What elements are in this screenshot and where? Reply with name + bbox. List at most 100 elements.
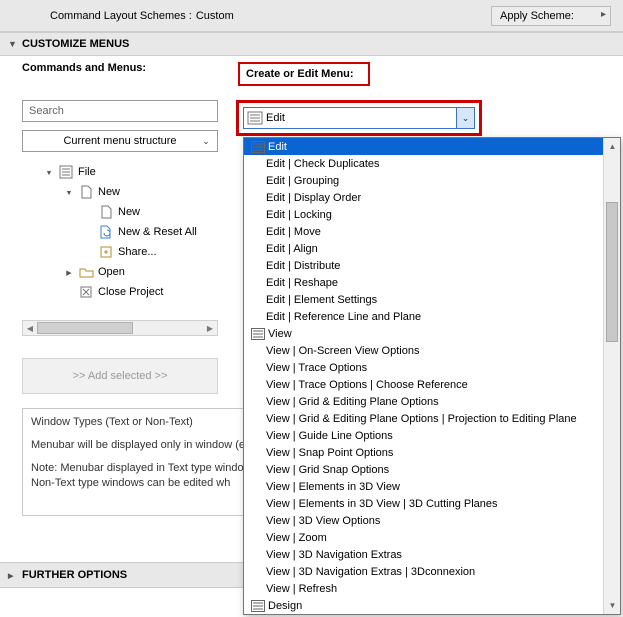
dropdown-item[interactable]: View | Grid & Editing Plane Options | Pr… <box>244 410 603 427</box>
edit-menu-combo[interactable]: Edit ⌄ <box>243 107 475 129</box>
tree-item-close-project[interactable]: Close Project <box>22 282 218 302</box>
dropdown-item[interactable]: View | Elements in 3D View | 3D Cutting … <box>244 495 603 512</box>
add-selected-button[interactable]: >> Add selected >> <box>22 358 218 394</box>
dropdown-scrollbar[interactable]: ▲ ▼ <box>603 138 620 614</box>
dropdown-item-label: View | Elements in 3D View | 3D Cutting … <box>266 498 498 510</box>
dropdown-item[interactable]: Edit | Align <box>244 240 603 257</box>
folder-open-icon <box>78 264 94 280</box>
tree-item-share[interactable]: Share... <box>22 242 218 262</box>
chevron-down-icon[interactable]: ⌄ <box>456 108 474 128</box>
menu-icon <box>58 164 74 180</box>
tree-label: New <box>118 206 140 218</box>
dropdown-item[interactable]: View | Grid Snap Options <box>244 461 603 478</box>
section-customize-menus[interactable]: ▼ CUSTOMIZE MENUS <box>0 32 623 56</box>
dropdown-item[interactable]: View | Guide Line Options <box>244 427 603 444</box>
scroll-thumb[interactable] <box>606 202 618 342</box>
edit-combo-value: Edit <box>266 112 456 124</box>
dropdown-item[interactable]: View | Elements in 3D View <box>244 478 603 495</box>
dropdown-item[interactable]: View | 3D Navigation Extras | 3Dconnexio… <box>244 563 603 580</box>
tree-horizontal-scrollbar[interactable]: ◀ ▶ <box>22 320 218 336</box>
search-input[interactable]: Search <box>22 100 218 122</box>
dropdown-item[interactable]: Edit | Reshape <box>244 274 603 291</box>
dropdown-item-label: View | Trace Options <box>266 362 367 374</box>
reset-icon <box>98 224 114 240</box>
dropdown-item-label: View | Trace Options | Choose Reference <box>266 379 468 391</box>
menu-tree[interactable]: File New New New & R <box>22 160 218 310</box>
scheme-label: Command Layout Schemes : <box>50 10 192 22</box>
dropdown-item[interactable]: Design <box>244 597 603 614</box>
chevron-right-icon: ▸ <box>601 9 606 20</box>
dropdown-item[interactable]: Edit | Move <box>244 223 603 240</box>
add-selected-label: >> Add selected >> <box>73 370 168 382</box>
dropdown-item[interactable]: View <box>244 325 603 342</box>
dropdown-item[interactable]: Edit | Element Settings <box>244 291 603 308</box>
dropdown-item-label: Edit | Reference Line and Plane <box>266 311 421 323</box>
menu-structure-combo[interactable]: Current menu structure ⌄ <box>22 130 218 152</box>
dropdown-item[interactable]: View | 3D View Options <box>244 512 603 529</box>
dropdown-item-label: View | Zoom <box>266 532 327 544</box>
dropdown-item-label: View <box>268 328 292 340</box>
dropdown-item-label: Edit | Grouping <box>266 175 339 187</box>
dropdown-item[interactable]: Edit | Display Order <box>244 189 603 206</box>
tree-label: New <box>98 186 120 198</box>
scroll-right-icon[interactable]: ▶ <box>203 321 217 335</box>
tree-item-new-folder[interactable]: New <box>22 182 218 202</box>
dropdown-item-label: Edit | Move <box>266 226 321 238</box>
search-placeholder: Search <box>29 105 64 117</box>
dropdown-item[interactable]: View | 3D Navigation Extras <box>244 546 603 563</box>
menu-icon <box>244 108 266 128</box>
dropdown-item-label: View | Elements in 3D View <box>266 481 400 493</box>
dropdown-item-label: View | Refresh <box>266 583 337 595</box>
dropdown-item-label: View | Grid & Editing Plane Options <box>266 396 439 408</box>
dropdown-item[interactable]: Edit <box>244 138 603 155</box>
dropdown-item[interactable]: View | Zoom <box>244 529 603 546</box>
dropdown-item[interactable]: View | Snap Point Options <box>244 444 603 461</box>
dropdown-item-label: Edit | Check Duplicates <box>266 158 380 170</box>
dropdown-item[interactable]: View | Trace Options <box>244 359 603 376</box>
scheme-value: Custom <box>196 10 234 22</box>
dropdown-item-label: View | On-Screen View Options <box>266 345 419 357</box>
document-icon <box>98 204 114 220</box>
dropdown-item[interactable]: Edit | Reference Line and Plane <box>244 308 603 325</box>
apply-scheme-label: Apply Scheme: <box>500 10 574 22</box>
edit-menu-dropdown[interactable]: Edit Edit | Check Duplicates Edit | Groupi… <box>243 137 621 615</box>
expand-icon[interactable] <box>64 267 74 277</box>
dropdown-item-label: View | Snap Point Options <box>266 447 393 459</box>
dropdown-item[interactable]: Edit | Locking <box>244 206 603 223</box>
tree-item-open[interactable]: Open <box>22 262 218 282</box>
chevron-right-icon: ▶ <box>8 572 13 580</box>
close-icon <box>78 284 94 300</box>
dropdown-item[interactable]: View | Grid & Editing Plane Options <box>244 393 603 410</box>
sub-labels-row: Commands and Menus: Create or Edit Menu: <box>0 56 623 86</box>
dropdown-item-label: Edit | Display Order <box>266 192 361 204</box>
scroll-down-icon[interactable]: ▼ <box>604 597 621 614</box>
dropdown-item[interactable]: Edit | Check Duplicates <box>244 155 603 172</box>
dropdown-item-label: View | 3D Navigation Extras | 3Dconnexio… <box>266 566 475 578</box>
scroll-thumb[interactable] <box>37 322 133 334</box>
dropdown-item-label: Edit | Distribute <box>266 260 340 272</box>
apply-scheme-dropdown[interactable]: Apply Scheme: ▸ <box>491 6 611 26</box>
document-icon <box>78 184 94 200</box>
dropdown-item[interactable]: Edit | Distribute <box>244 257 603 274</box>
tree-item-new-reset[interactable]: New & Reset All <box>22 222 218 242</box>
dropdown-item-label: View | Guide Line Options <box>266 430 393 442</box>
scheme-bar: Command Layout Schemes : Custom Apply Sc… <box>0 0 623 32</box>
menu-structure-value: Current menu structure <box>63 135 176 147</box>
dropdown-item-label: View | Grid Snap Options <box>266 464 389 476</box>
dropdown-item[interactable]: Edit | Grouping <box>244 172 603 189</box>
dropdown-item[interactable]: View | Trace Options | Choose Reference <box>244 376 603 393</box>
tree-label: Close Project <box>98 286 163 298</box>
dropdown-item-label: Edit | Align <box>266 243 318 255</box>
tree-item-new[interactable]: New <box>22 202 218 222</box>
dropdown-item-label: View | 3D Navigation Extras <box>266 549 402 561</box>
scroll-up-icon[interactable]: ▲ <box>604 138 621 155</box>
tree-label: Share... <box>118 246 157 258</box>
tree-item-file[interactable]: File <box>22 162 218 182</box>
expand-icon[interactable] <box>64 187 74 197</box>
chevron-down-icon: ⌄ <box>199 134 213 148</box>
expand-icon[interactable] <box>44 167 54 177</box>
scroll-left-icon[interactable]: ◀ <box>23 321 37 335</box>
dropdown-item[interactable]: View | On-Screen View Options <box>244 342 603 359</box>
dropdown-item[interactable]: View | Refresh <box>244 580 603 597</box>
tree-label: File <box>78 166 96 178</box>
